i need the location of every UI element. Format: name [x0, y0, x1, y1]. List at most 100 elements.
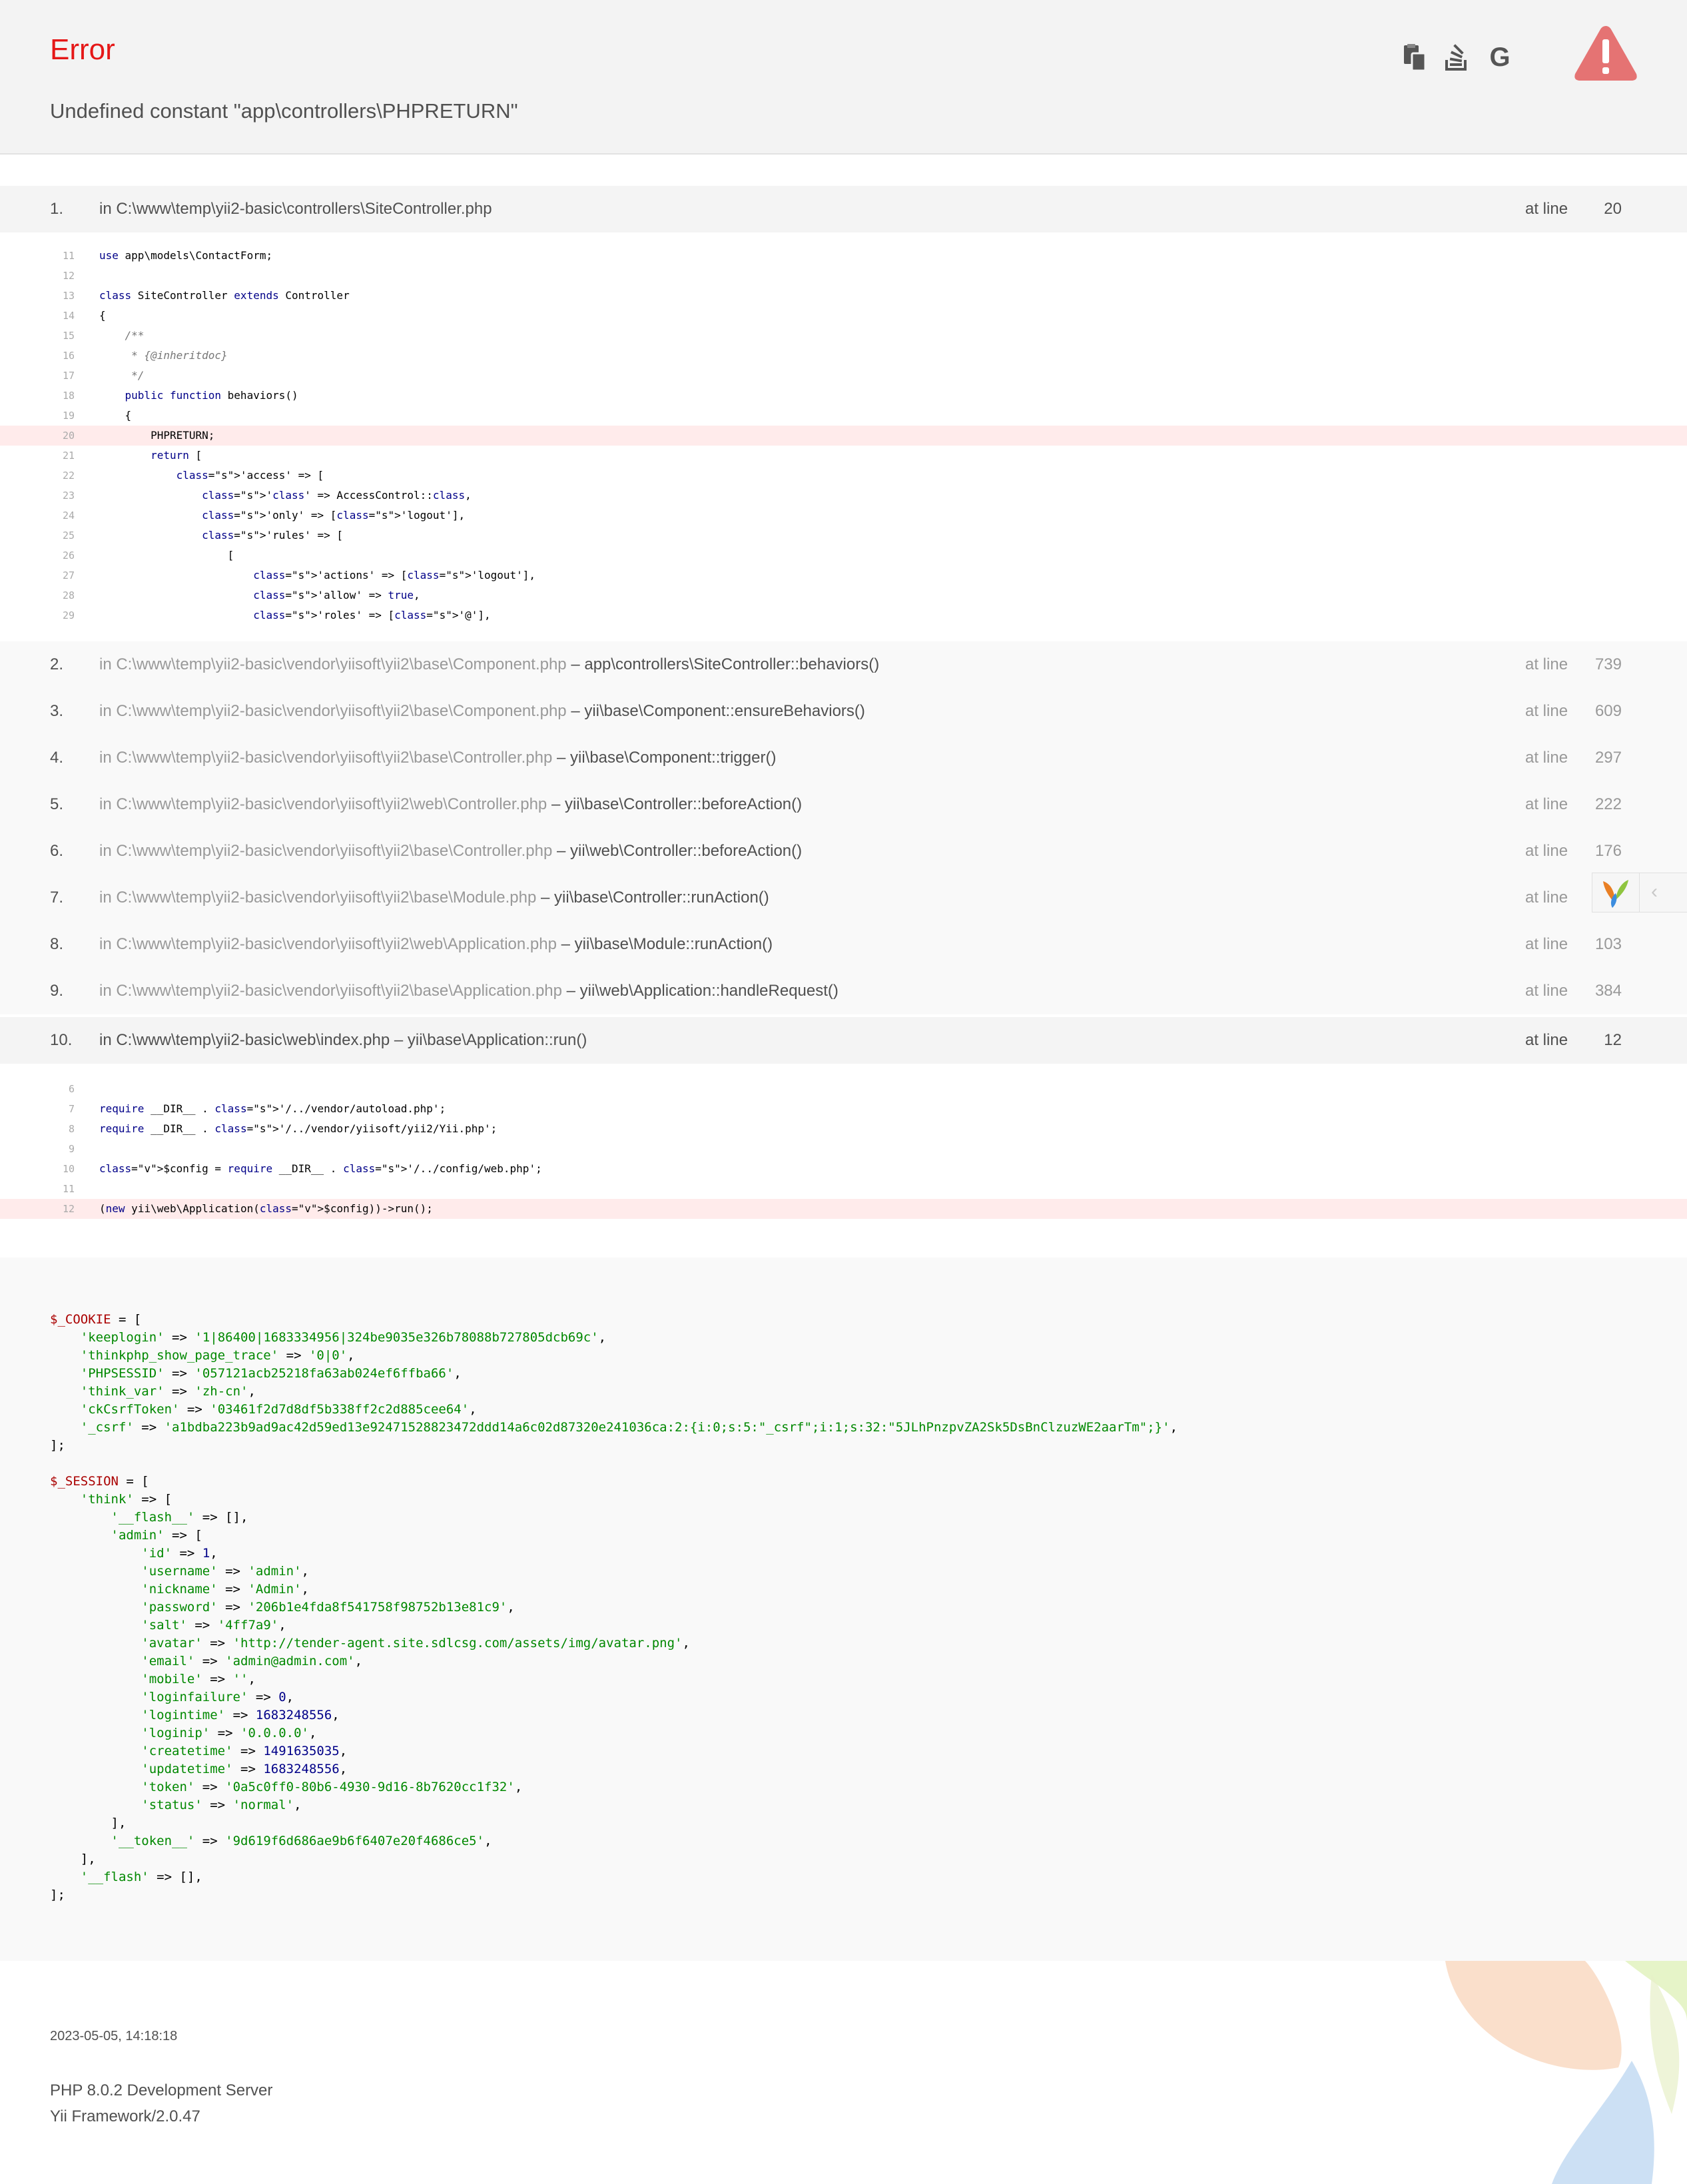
- variables-dump: $_COOKIE = [ 'keeplogin' => '1|86400|168…: [50, 1312, 1178, 1902]
- code-text: [: [99, 549, 234, 561]
- trace-file: in C:\www\temp\yii2-basic\controllers\Si…: [99, 200, 492, 218]
- line-number: 9: [68, 1143, 75, 1155]
- timestamp: 2023-05-05, 14:18:18: [50, 2029, 178, 2043]
- warning-triangle-icon: [1574, 26, 1637, 81]
- trace-file: in C:\www\temp\yii2-basic\vendor\yiisoft…: [99, 935, 773, 953]
- code-text: class="s">'roles' => [class="s">'@'],: [253, 609, 491, 621]
- line-number: 15: [62, 330, 75, 342]
- trace-atline: at line: [1525, 655, 1568, 673]
- framework-version: Yii Framework/2.0.47: [50, 2107, 200, 2125]
- line-number: 22: [62, 470, 75, 482]
- trace-line: 12: [1604, 1031, 1622, 1049]
- separator: [1639, 873, 1640, 912]
- code-line: 26 [: [0, 546, 1687, 565]
- line-number: 8: [68, 1123, 75, 1135]
- code-line: 7 require __DIR__ . class="s">'/../vendor…: [0, 1099, 1687, 1119]
- line-number: 29: [62, 609, 75, 621]
- line-number: 6: [68, 1083, 75, 1095]
- trace-number: 3.: [50, 702, 64, 720]
- trace-atline: at line: [1525, 749, 1568, 767]
- trace-row[interactable]: 7. in C:\www\temp\yii2-basic\vendor\yiis…: [0, 875, 1687, 921]
- trace-row[interactable]: 10. in C:\www\temp\yii2-basic\web\index.…: [0, 1017, 1687, 1064]
- code-line: 13 class SiteController extends Controlle…: [0, 286, 1687, 306]
- code-line: 17 */: [0, 366, 1687, 386]
- line-number: 20: [62, 430, 75, 442]
- code-text: class="s">'actions' => [class="s">'logou…: [253, 569, 536, 581]
- trace-row[interactable]: 1. in C:\www\temp\yii2-basic\controllers…: [0, 186, 1687, 232]
- trace-file: in C:\www\temp\yii2-basic\vendor\yiisoft…: [99, 702, 865, 720]
- chevron-left-icon[interactable]: ‹: [1651, 879, 1658, 905]
- line-number: 10: [62, 1163, 75, 1175]
- code-line: 14 {: [0, 306, 1687, 326]
- code-text: (new yii\web\Application(class="v">$conf…: [99, 1202, 433, 1215]
- code-line: 19 {: [0, 406, 1687, 426]
- trace-number: 4.: [50, 749, 64, 767]
- trace-number: 6.: [50, 842, 64, 860]
- trace-line: 739: [1594, 655, 1622, 673]
- code-line: 27 class="s">'actions' => [class="s">'lo…: [0, 565, 1687, 585]
- line-number: 11: [62, 250, 75, 262]
- debug-toolbar-tab[interactable]: ‹: [1592, 873, 1687, 912]
- trace-row[interactable]: 2. in C:\www\temp\yii2-basic\vendor\yiis…: [0, 641, 1687, 688]
- line-number: 21: [62, 450, 75, 462]
- code-line: 12: [0, 266, 1687, 286]
- trace-row[interactable]: 6. in C:\www\temp\yii2-basic\vendor\yiis…: [0, 828, 1687, 875]
- yii-logo-icon[interactable]: [1599, 877, 1632, 909]
- copy-icon[interactable]: [1400, 43, 1429, 72]
- trace-atline: at line: [1525, 982, 1568, 1000]
- code-text: class="s">'access' => [: [176, 469, 324, 482]
- line-number: 26: [62, 549, 75, 561]
- code-text: use app\models\ContactForm;: [99, 249, 273, 262]
- trace-atline: at line: [1525, 935, 1568, 953]
- trace-file: in C:\www\temp\yii2-basic\vendor\yiisoft…: [99, 982, 839, 1000]
- code-text: */: [99, 369, 145, 382]
- code-line: 18 public function behaviors(): [0, 386, 1687, 406]
- google-icon[interactable]: G: [1485, 43, 1515, 72]
- stackoverflow-icon[interactable]: [1443, 43, 1472, 72]
- trace-number: 5.: [50, 795, 64, 813]
- trace-row[interactable]: 8. in C:\www\temp\yii2-basic\vendor\yiis…: [0, 921, 1687, 968]
- trace-line: 609: [1594, 702, 1622, 720]
- line-number: 27: [62, 569, 75, 581]
- code-text: class="v">$config = require __DIR__ . cl…: [99, 1162, 542, 1175]
- line-number: 12: [62, 1203, 75, 1215]
- trace-line: 222: [1594, 795, 1622, 813]
- trace-row[interactable]: 3. in C:\www\temp\yii2-basic\vendor\yiis…: [0, 688, 1687, 735]
- code-text: require __DIR__ . class="s">'/../vendor/…: [99, 1102, 446, 1115]
- code-line: 21 return [: [0, 446, 1687, 466]
- line-number: 11: [62, 1183, 75, 1195]
- code-text: * {@inheritdoc}: [99, 349, 228, 362]
- code-text: PHPRETURN;: [99, 429, 215, 442]
- line-number: 13: [62, 290, 75, 302]
- line-number: 28: [62, 589, 75, 601]
- line-number: 23: [62, 490, 75, 502]
- code-line: 10 class="v">$config = require __DIR__ . …: [0, 1159, 1687, 1179]
- code-line: 6: [0, 1079, 1687, 1099]
- code-line: 24 class="s">'only' => [class="s">'logou…: [0, 506, 1687, 526]
- code-text: {: [99, 409, 132, 422]
- code-text: class="s">'allow' => true,: [253, 589, 420, 601]
- yii-decoration: [1445, 1961, 1687, 2184]
- line-number: 7: [68, 1103, 75, 1115]
- code-text: class SiteController extends Controller: [99, 289, 350, 302]
- code-text: return [: [151, 449, 202, 462]
- code-line: 23 class="s">'class' => AccessControl::c…: [0, 486, 1687, 506]
- code-text: public function behaviors(): [125, 389, 298, 402]
- error-message: Undefined constant "app\controllers\PHPR…: [50, 99, 518, 123]
- code-line: 20 PHPRETURN;: [0, 426, 1687, 446]
- code-text: require __DIR__ . class="s">'/../vendor/…: [99, 1122, 498, 1135]
- trace-line: 103: [1594, 935, 1622, 953]
- trace-number: 9.: [50, 982, 64, 1000]
- line-number: 19: [62, 410, 75, 422]
- trace-row[interactable]: 4. in C:\www\temp\yii2-basic\vendor\yiis…: [0, 735, 1687, 781]
- trace-file: in C:\www\temp\yii2-basic\vendor\yiisoft…: [99, 889, 769, 907]
- code-line: 11 use app\models\ContactForm;: [0, 246, 1687, 266]
- code-line: 25 class="s">'rules' => [: [0, 526, 1687, 546]
- trace-number: 2.: [50, 655, 64, 673]
- error-title: Error: [50, 33, 115, 66]
- trace-line: 176: [1594, 842, 1622, 860]
- line-number: 12: [62, 270, 75, 282]
- trace-row[interactable]: 5. in C:\www\temp\yii2-basic\vendor\yiis…: [0, 781, 1687, 828]
- trace-row[interactable]: 9. in C:\www\temp\yii2-basic\vendor\yiis…: [0, 968, 1687, 1014]
- line-number: 14: [62, 310, 75, 322]
